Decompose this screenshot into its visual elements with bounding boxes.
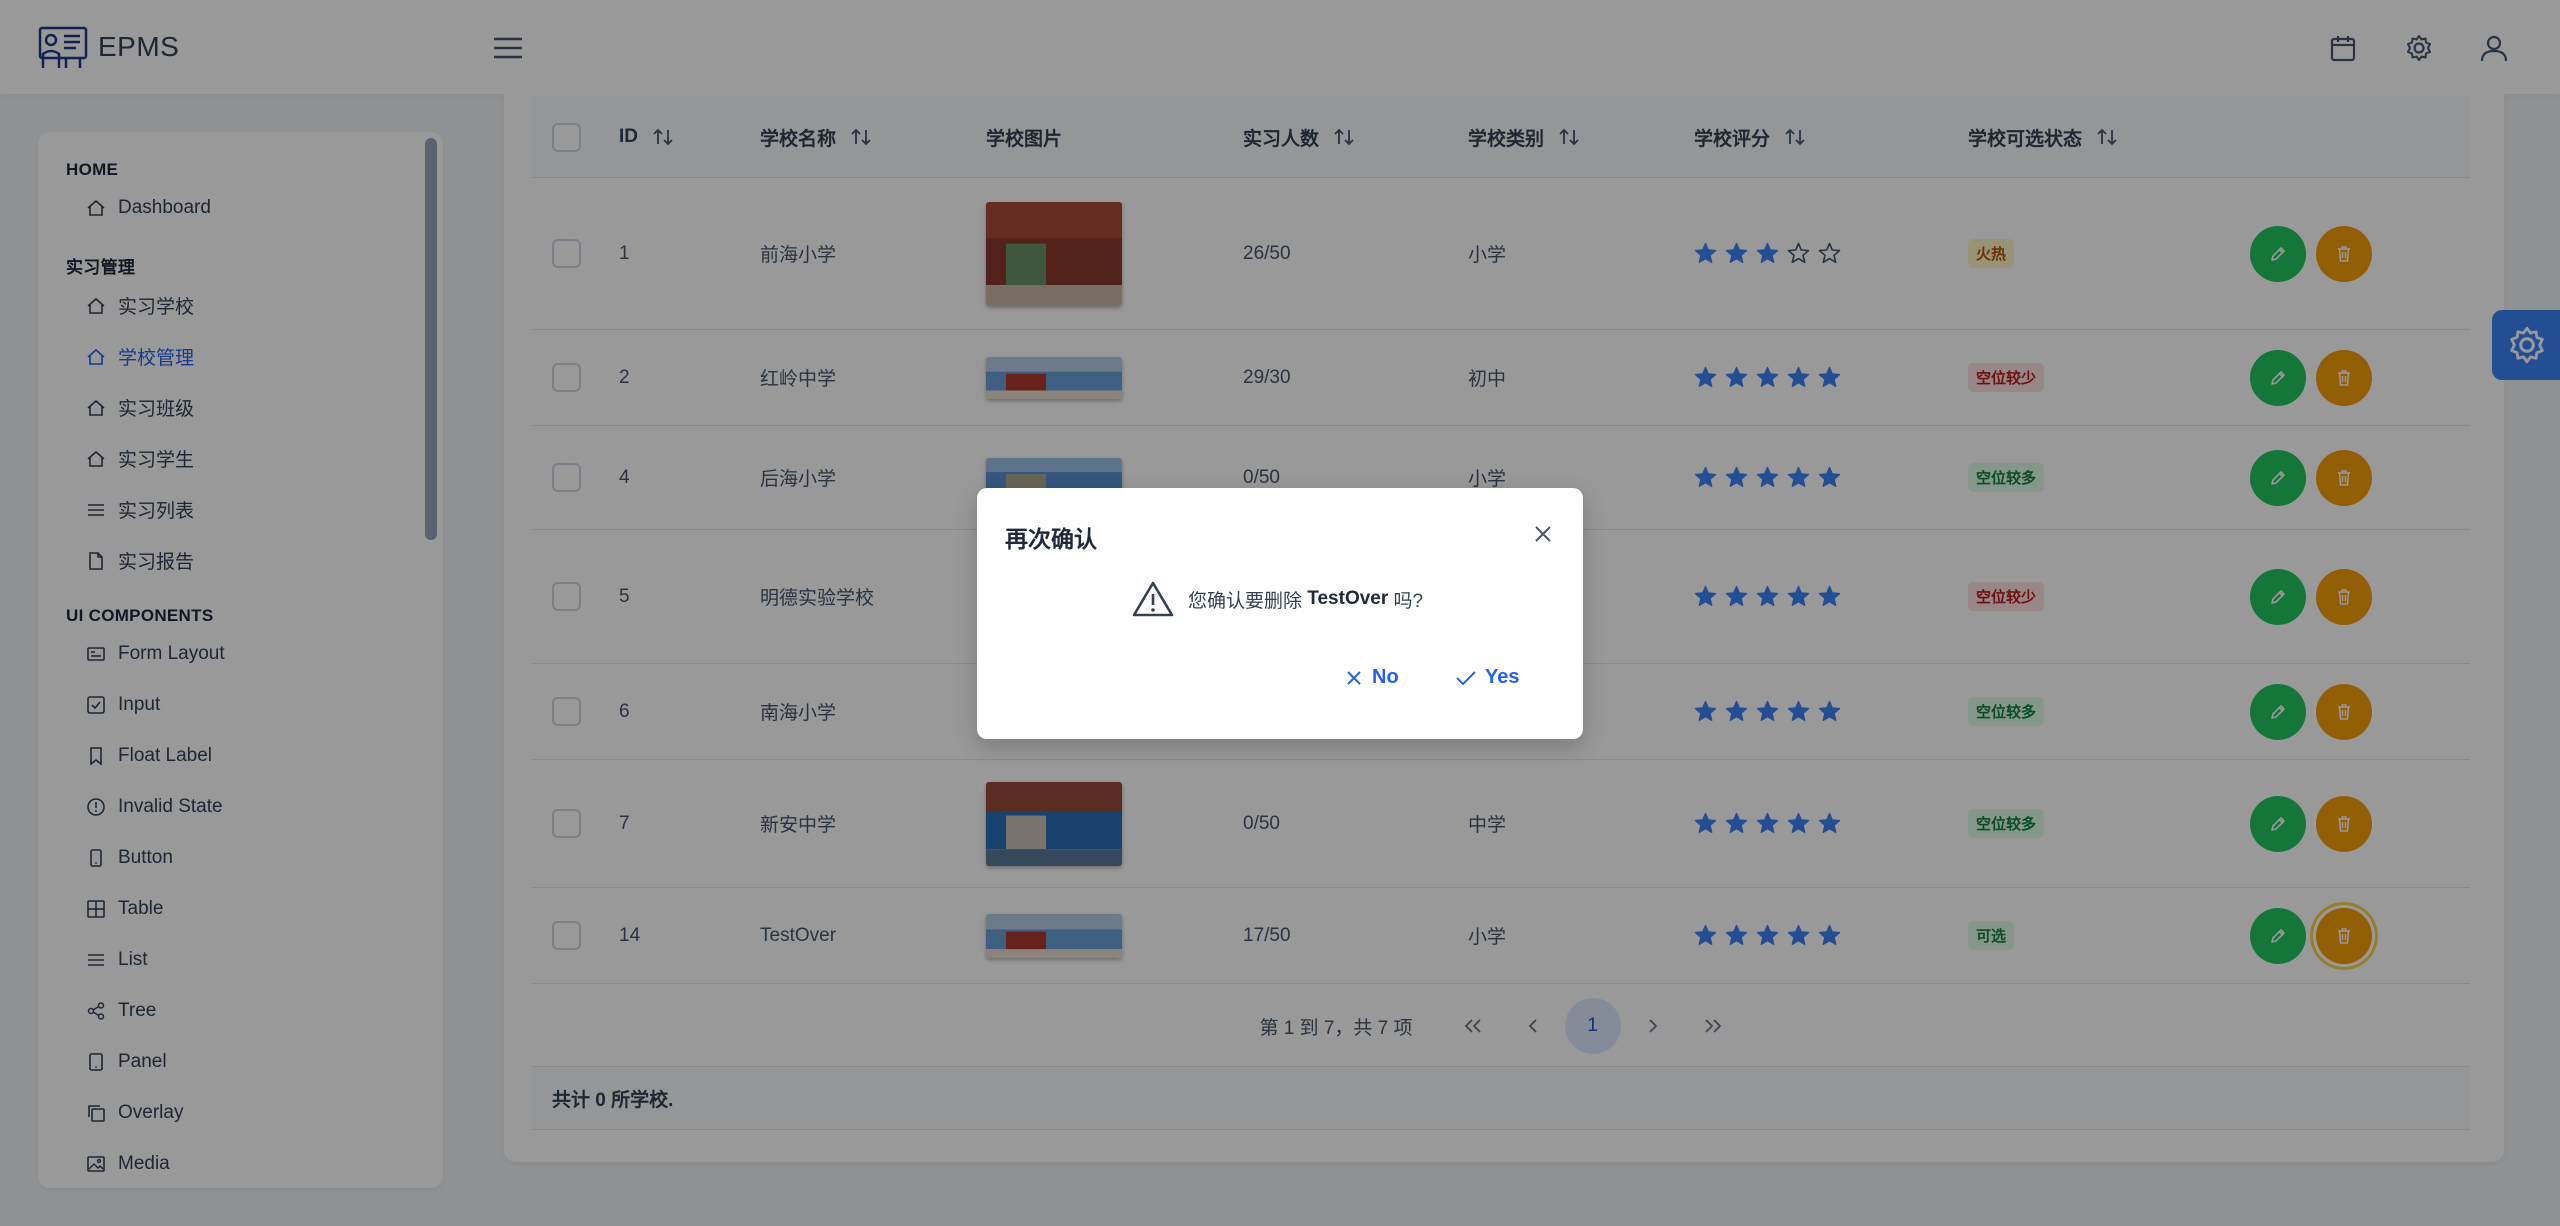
dialog-no-label: No <box>1372 666 1399 688</box>
dialog-title: 再次确认 <box>1005 526 1097 552</box>
check-icon <box>1456 670 1476 685</box>
dialog-no-button[interactable]: No <box>1344 666 1399 689</box>
times-icon <box>1347 670 1361 685</box>
dialog-close-button[interactable] <box>1531 522 1555 546</box>
dialog-message-target: TestOver <box>1307 588 1389 609</box>
dialog-yes-button[interactable]: Yes <box>1455 666 1519 689</box>
dialog-message: 您确认要删除 TestOver 吗? <box>1132 580 1423 618</box>
warning-icon <box>1132 581 1174 617</box>
confirm-dialog: 再次确认 您确认要删除 TestOver 吗? No Yes <box>977 488 1583 739</box>
dialog-message-suffix: 吗? <box>1388 590 1424 612</box>
close-icon <box>1535 526 1551 542</box>
dialog-yes-label: Yes <box>1485 666 1520 688</box>
dialog-message-prefix: 您确认要删除 <box>1188 590 1308 612</box>
